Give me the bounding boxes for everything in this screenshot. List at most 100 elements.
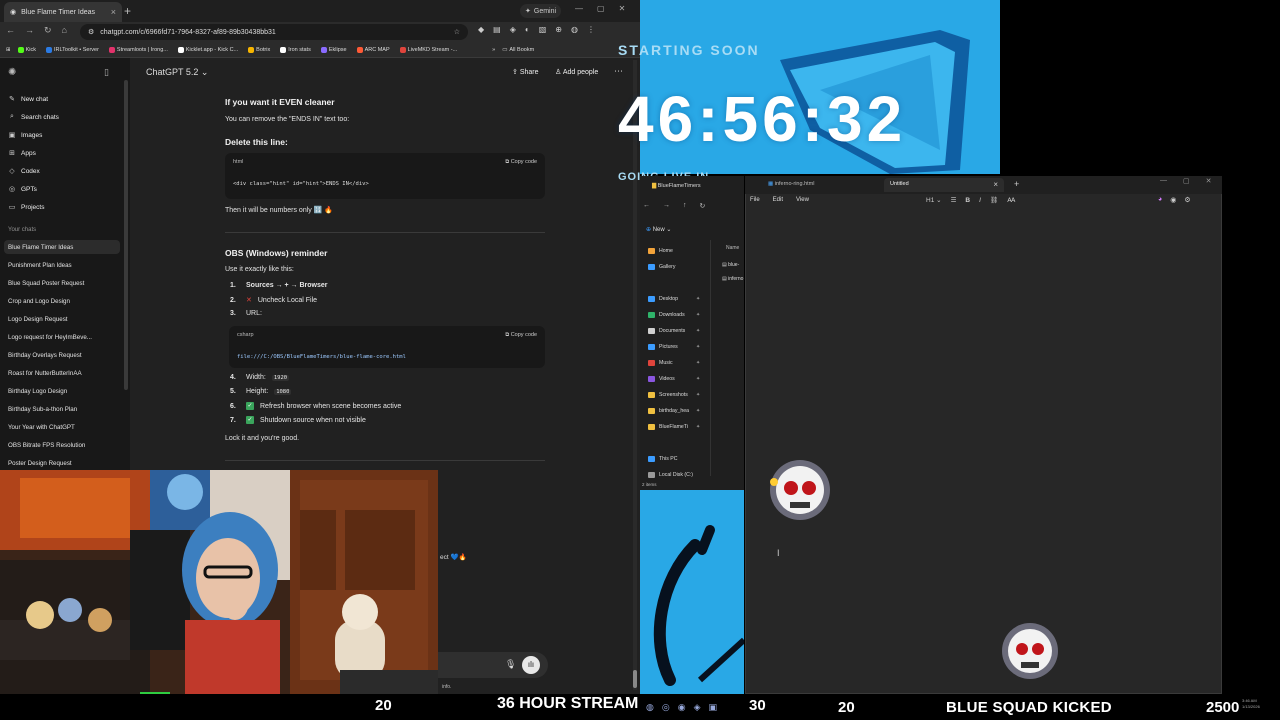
back-icon[interactable]: ← [643,202,650,210]
bookmark[interactable]: Botrix [245,46,273,53]
explorer-nav-item[interactable]: BlueFlameTi ✦ [648,424,700,430]
taskbar-app-icon[interactable]: ▣ [709,702,718,713]
copy-code-button[interactable]: ⧉ Copy code [505,159,537,166]
extension-icon[interactable]: ◆ [478,25,484,34]
bookmark[interactable]: ARC MAP [354,46,393,53]
bookmark[interactable]: LiveMKD Stream -... [397,46,461,53]
explorer-nav-item[interactable]: Gallery [648,264,675,270]
apps-grid-icon[interactable]: ⊞ [6,47,11,53]
close-window-icon[interactable]: ✕ [619,4,626,13]
menu-file[interactable]: File [750,197,760,203]
sidebar-scrollbar[interactable] [124,80,128,390]
voice-mode-button[interactable]: ılı [522,656,540,674]
extension-icon[interactable]: ▤ [493,25,501,34]
sidebar-nav-item[interactable]: ▭ Projects [8,200,45,214]
copilot-icon[interactable]: ◕ [1158,196,1162,204]
model-selector[interactable]: ChatGPT 5.2 ⌄ [146,67,208,78]
chat-history-item[interactable]: Poster Design Request [4,456,120,470]
sidebar-nav-item[interactable]: ◎ GPTs [8,182,37,196]
menu-edit[interactable]: Edit [773,197,783,203]
chat-history-item[interactable]: Blue Flame Timer Ideas [4,240,120,254]
sidebar-nav-item[interactable]: ▣ Images [8,128,43,142]
close-tab-icon[interactable]: × [111,7,116,17]
list-icon[interactable]: ☰ [951,196,957,204]
account-icon[interactable]: ◉ [1170,196,1176,204]
address-bar[interactable]: ⚙ chatgpt.com/c/6966fd71-7964-8327-af89-… [80,24,468,40]
minimize-icon[interactable]: — [575,4,583,13]
sidebar-nav-item[interactable]: ◇ Codex [8,164,40,178]
maximize-icon[interactable]: ▢ [597,4,605,13]
chat-history-item[interactable]: Birthday Logo Design [4,384,120,398]
bookmark[interactable]: Streamloots | Irong... [106,46,171,53]
all-bookmarks[interactable]: ▭ All Bookm [499,47,537,53]
sidebar-toggle-icon[interactable]: ▯ [104,67,109,78]
up-icon[interactable]: ↑ [683,202,687,210]
profile-icon[interactable]: ◍ [571,25,578,34]
bookmark[interactable]: Kick [15,46,39,53]
explorer-nav-item[interactable]: Local Disk (C:) [648,472,693,478]
more-bookmarks-icon[interactable]: » [492,47,495,53]
bold-icon[interactable]: B [965,197,970,204]
file-item[interactable]: ▤ inferno [722,276,743,282]
taskbar-app-icon[interactable]: ◎ [662,702,670,713]
notepad-tab-active[interactable]: Untitled × [884,178,1004,192]
chat-history-item[interactable]: Roast for NutterButterInAA [4,366,120,380]
bookmark-star-icon[interactable]: ☆ [454,28,460,36]
bookmark[interactable]: Kicklet.app - Kick C... [175,46,241,53]
back-icon[interactable]: ← [6,25,15,36]
chat-history-item[interactable]: Your Year with ChatGPT [4,420,120,434]
name-column-header[interactable]: Name [726,245,739,251]
close-window-icon[interactable]: ✕ [1206,177,1212,185]
reload-icon[interactable]: ↻ [44,25,52,36]
forward-icon[interactable]: → [25,25,34,36]
explorer-nav-item[interactable]: Downloads ✦ [648,312,700,318]
explorer-nav-item[interactable]: Home [648,248,673,254]
copy-code-button[interactable]: ⧉ Copy code [505,332,537,339]
explorer-nav-item[interactable]: Videos ✦ [648,376,700,382]
explorer-nav-item[interactable]: Screenshots ✦ [648,392,700,398]
add-people-button[interactable]: ♙ Add people [555,68,598,76]
microphone-icon[interactable]: 🎙 [505,659,516,670]
extensions-puzzle-icon[interactable]: ⊕ [555,25,562,34]
heading-dropdown[interactable]: H1 ⌄ [926,196,942,204]
sidebar-nav-item[interactable]: ⊞ Apps [8,146,36,160]
extension-icon[interactable]: ◈ [510,25,516,34]
new-tab-icon[interactable]: + [124,4,131,18]
explorer-nav-item[interactable]: Desktop ✦ [648,296,700,302]
extension-icon[interactable]: ◐ [525,25,530,34]
minimize-icon[interactable]: — [1160,177,1167,185]
refresh-icon[interactable]: ↻ [700,202,706,210]
chat-history-item[interactable]: Logo Design Request [4,312,120,326]
home-icon[interactable]: ⌂ [62,25,67,36]
explorer-nav-item[interactable]: This PC [648,456,677,462]
chat-history-item[interactable]: Birthday Sub-a-thon Plan [4,402,120,416]
explorer-nav-item[interactable]: birthday_hea ✦ [648,408,700,414]
taskbar-app-icon[interactable]: ◍ [646,702,654,713]
taskbar-app-icon[interactable]: ◈ [694,702,701,713]
file-item[interactable]: ▤ blue- [722,262,739,268]
site-info-icon[interactable]: ⚙ [88,28,94,36]
notepad-tab[interactable]: ▦ inferno-ring.html [768,181,814,187]
menu-icon[interactable]: ⋮ [587,25,595,34]
main-scrollbar-thumb[interactable] [633,670,637,688]
forward-icon[interactable]: → [663,202,670,210]
chat-history-item[interactable]: Logo request for HeyImBeve... [4,330,120,344]
explorer-nav-item[interactable]: Documents ✦ [648,328,700,334]
taskbar-app-icon[interactable]: ◉ [678,702,686,713]
bookmark[interactable]: Eklipse [318,46,350,53]
chat-history-item[interactable]: Blue Squad Poster Request [4,276,120,290]
chat-history-item[interactable]: Punishment Plan Ideas [4,258,120,272]
chat-history-item[interactable]: OBS Bitrate FPS Resolution [4,438,120,452]
explorer-nav-item[interactable]: Pictures ✦ [648,344,700,350]
sidebar-nav-item[interactable]: ✎ New chat [8,92,48,106]
sidebar-nav-item[interactable]: ⌕ Search chats [8,110,59,124]
clear-format-icon[interactable]: Ꜳ [1007,196,1015,204]
browser-tab[interactable]: ◉ Blue Flame Timer Ideas × [4,2,122,22]
gemini-button[interactable]: ✦ Gemini [520,4,562,18]
settings-icon[interactable]: ⚙ [1184,196,1190,204]
chat-history-item[interactable]: Birthday Overlays Request [4,348,120,362]
italic-icon[interactable]: I [979,197,981,204]
menu-view[interactable]: View [796,197,809,203]
maximize-icon[interactable]: ▢ [1183,177,1190,185]
extension-icon[interactable]: ▧ [539,25,547,34]
